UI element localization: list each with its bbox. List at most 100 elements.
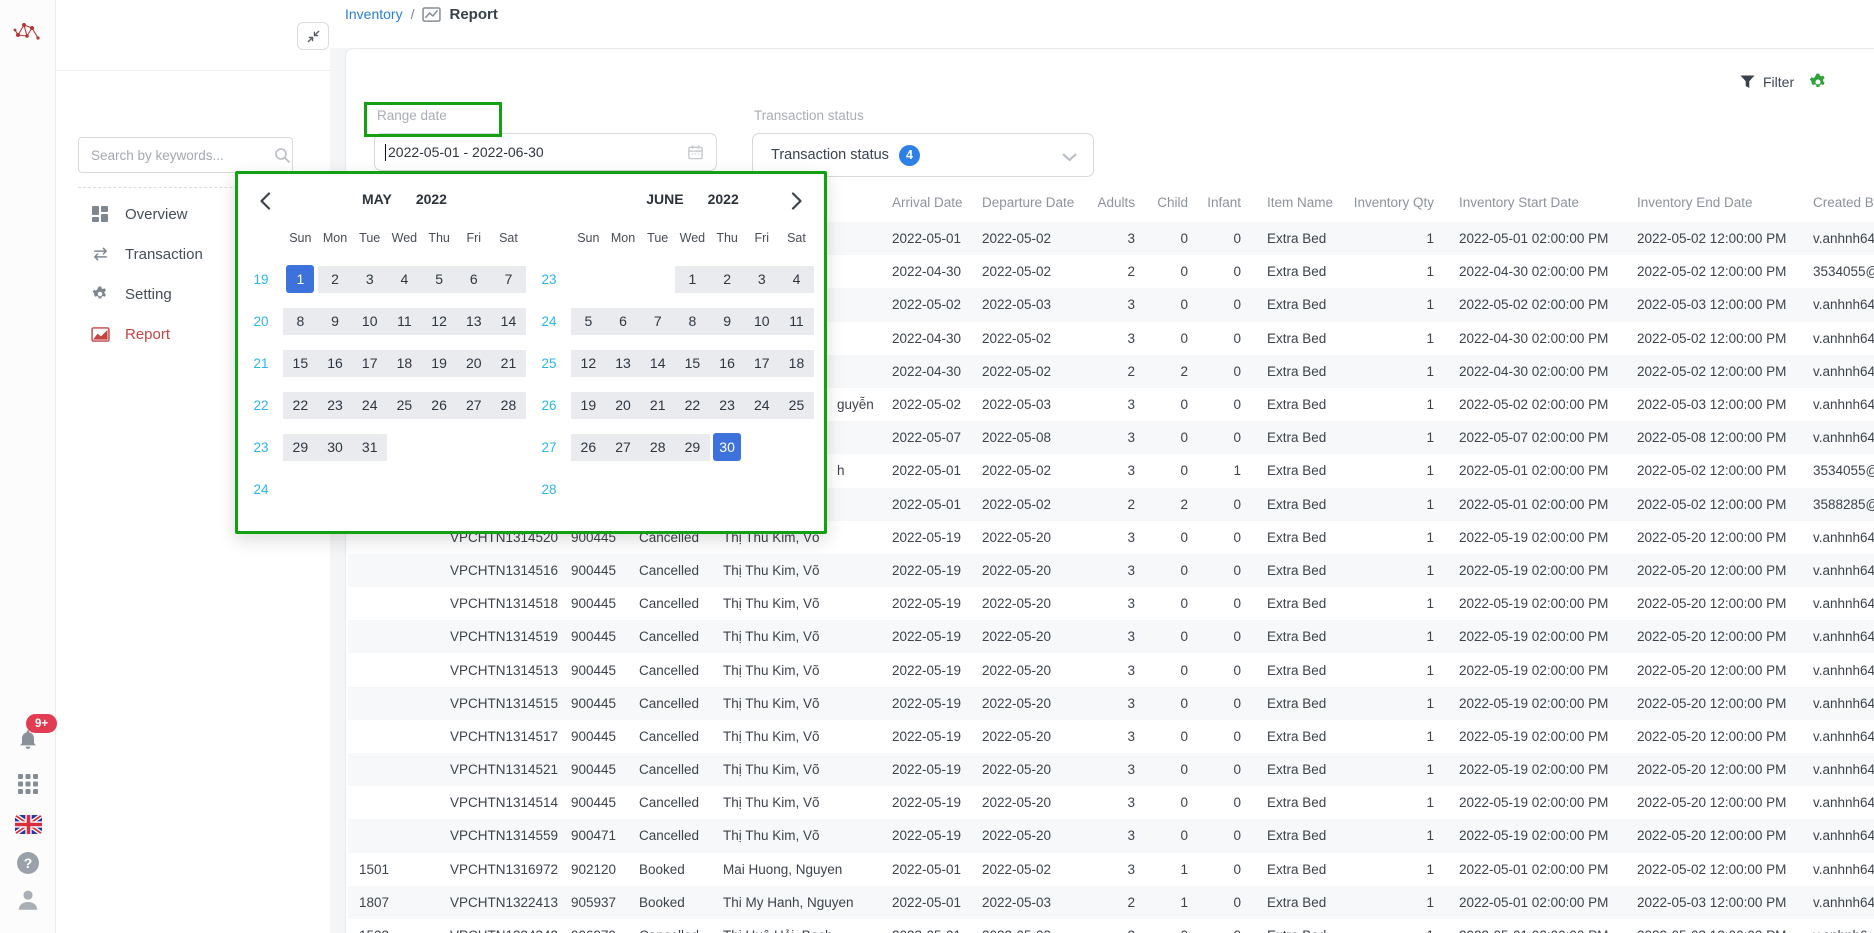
filter-button[interactable]: Filter <box>1740 74 1794 90</box>
calendar-day[interactable]: 14 <box>640 350 675 377</box>
calendar-day[interactable]: 6 <box>456 266 491 293</box>
calendar-day[interactable]: 6 <box>606 308 641 335</box>
calendar-day[interactable]: 17 <box>744 350 779 377</box>
calendar-day[interactable]: 5 <box>571 308 606 335</box>
apps-grid-icon[interactable] <box>14 770 42 798</box>
weekday-label: Sun <box>571 231 606 245</box>
calendar-year: 2022 <box>416 191 447 207</box>
calendar-day[interactable]: 19 <box>571 392 606 419</box>
calendar-day[interactable]: 12 <box>571 350 606 377</box>
calendar-day[interactable]: 5 <box>422 266 457 293</box>
uk-flag-icon[interactable] <box>14 810 42 838</box>
calendar-day[interactable]: 13 <box>606 350 641 377</box>
calendar-day[interactable]: 16 <box>710 350 745 377</box>
header-inventory-qty: Inventory Qty <box>1350 182 1434 222</box>
weekday-label: Tue <box>640 231 675 245</box>
calendar-day[interactable]: 4 <box>779 266 814 293</box>
calendar-day[interactable]: 14 <box>491 308 526 335</box>
calendar-day[interactable]: 15 <box>283 350 318 377</box>
calendar-day[interactable]: 11 <box>387 308 422 335</box>
calendar-day[interactable]: 13 <box>456 308 491 335</box>
transaction-icon <box>90 244 110 264</box>
calendar-day <box>318 476 353 503</box>
table-row[interactable]: VPCHTN1314515900445CancelledThị Thu Kim,… <box>348 687 1874 720</box>
calendar-day[interactable]: 8 <box>283 308 318 335</box>
user-avatar-icon[interactable] <box>14 886 42 914</box>
calendar-day[interactable]: 25 <box>779 392 814 419</box>
calendar-day[interactable]: 29 <box>675 434 710 461</box>
calendar-day[interactable]: 24 <box>744 392 779 419</box>
calendar-day[interactable]: 26 <box>571 434 606 461</box>
calendar-day[interactable]: 28 <box>640 434 675 461</box>
weekday-label: Mon <box>606 231 641 245</box>
help-icon[interactable]: ? <box>14 849 42 877</box>
table-row[interactable]: VPCHTN1314516900445CancelledThị Thu Kim,… <box>348 554 1874 587</box>
calendar-day[interactable]: 18 <box>387 350 422 377</box>
calendar-day[interactable]: 17 <box>352 350 387 377</box>
settings-gear-icon[interactable] <box>1808 72 1828 92</box>
calendar-day[interactable]: 9 <box>318 308 353 335</box>
range-date-input[interactable]: 2022-05-01 - 2022-06-30 <box>374 133 717 171</box>
calendar-day[interactable]: 12 <box>422 308 457 335</box>
calendar-day[interactable]: 2 <box>710 266 745 293</box>
calendar-day <box>352 476 387 503</box>
report-chart-icon <box>422 7 441 22</box>
calendar-day[interactable]: 27 <box>606 434 641 461</box>
calendar-day[interactable]: 23 <box>318 392 353 419</box>
calendar-day[interactable]: 20 <box>606 392 641 419</box>
calendar-day[interactable]: 22 <box>283 392 318 419</box>
calendar-day[interactable]: 8 <box>675 308 710 335</box>
calendar-day[interactable]: 2 <box>318 266 353 293</box>
table-row[interactable]: VPCHTN1314559900471CancelledThị Thu Kim,… <box>348 819 1874 852</box>
breadcrumb: Inventory / Report <box>345 0 498 28</box>
calendar-day[interactable]: 26 <box>422 392 457 419</box>
calendar-day[interactable]: 1 <box>675 266 710 293</box>
calendar-day[interactable]: 15 <box>675 350 710 377</box>
table-row[interactable]: VPCHTN1314514900445CancelledThị Thu Kim,… <box>348 786 1874 819</box>
calendar-day[interactable]: 30 <box>710 434 745 461</box>
breadcrumb-inventory-link[interactable]: Inventory <box>345 6 403 22</box>
brand-logo[interactable] <box>12 16 42 51</box>
calendar-day[interactable]: 22 <box>675 392 710 419</box>
table-row[interactable]: VPCHTN1314518900445CancelledThị Thu Kim,… <box>348 587 1874 620</box>
calendar-day[interactable]: 11 <box>779 308 814 335</box>
calendar-day[interactable]: 21 <box>640 392 675 419</box>
header-inventory-end: Inventory End Date <box>1612 182 1790 222</box>
table-row[interactable]: VPCHTN1314513900445CancelledThị Thu Kim,… <box>348 653 1874 686</box>
table-row[interactable]: VPCHTN1314519900445CancelledThị Thu Kim,… <box>348 620 1874 653</box>
transaction-status-value: Transaction status <box>771 147 889 163</box>
calendar-day[interactable]: 16 <box>318 350 353 377</box>
calendar-day[interactable]: 31 <box>352 434 387 461</box>
calendar-day[interactable]: 7 <box>640 308 675 335</box>
calendar-day[interactable]: 24 <box>352 392 387 419</box>
calendar-day[interactable]: 20 <box>456 350 491 377</box>
table-row[interactable]: VPCHTN1314517900445CancelledThị Thu Kim,… <box>348 720 1874 753</box>
table-row[interactable]: 1501VPCHTN1316972902120BookedMai Huong, … <box>348 853 1874 886</box>
calendar-day[interactable]: 1 <box>283 266 318 293</box>
calendar-day[interactable]: 7 <box>491 266 526 293</box>
calendar-day[interactable]: 28 <box>491 392 526 419</box>
collapse-sidebar-button[interactable] <box>297 22 329 50</box>
table-row[interactable]: VPCHTN1314521900445CancelledThị Thu Kim,… <box>348 753 1874 786</box>
calendar-day[interactable]: 25 <box>387 392 422 419</box>
calendar-day[interactable]: 3 <box>744 266 779 293</box>
calendar-day[interactable]: 21 <box>491 350 526 377</box>
table-row[interactable]: 1807VPCHTN1322413905937BookedThi My Hanh… <box>348 886 1874 919</box>
calendar-day[interactable]: 18 <box>779 350 814 377</box>
table-row[interactable]: 1503VPCHTN1324342906979CancelledThị Huệ … <box>348 919 1874 933</box>
calendar-day[interactable]: 10 <box>744 308 779 335</box>
weekday-label: Wed <box>675 231 710 245</box>
calendar-day[interactable]: 29 <box>283 434 318 461</box>
sidebar-divider <box>56 70 330 71</box>
search-input[interactable] <box>79 148 274 163</box>
week-number: 24 <box>527 314 571 329</box>
calendar-day[interactable]: 30 <box>318 434 353 461</box>
calendar-day <box>422 434 457 461</box>
calendar-day[interactable]: 3 <box>352 266 387 293</box>
calendar-day[interactable]: 9 <box>710 308 745 335</box>
calendar-day[interactable]: 10 <box>352 308 387 335</box>
calendar-day[interactable]: 23 <box>710 392 745 419</box>
calendar-day[interactable]: 27 <box>456 392 491 419</box>
calendar-day[interactable]: 4 <box>387 266 422 293</box>
calendar-day[interactable]: 19 <box>422 350 457 377</box>
